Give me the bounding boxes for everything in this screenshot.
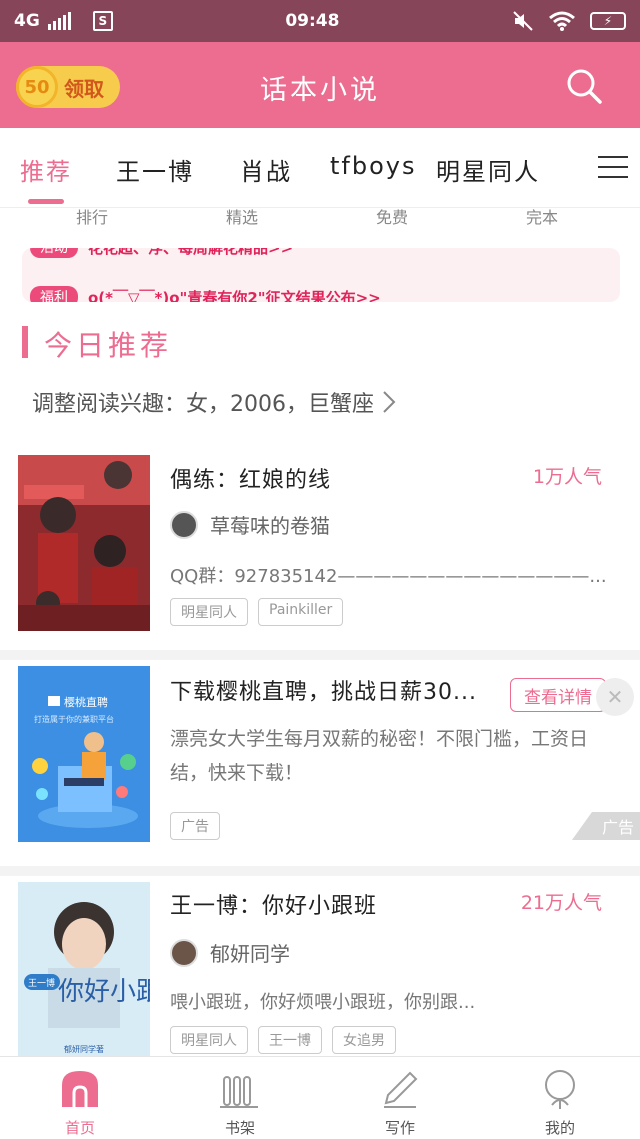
menu-icon[interactable]	[590, 142, 640, 192]
home-icon	[62, 1071, 98, 1107]
author-name: 草莓味的卷猫	[210, 514, 330, 538]
book-cover[interactable]	[18, 455, 150, 631]
notice-tag: 福利	[30, 286, 78, 302]
svg-text:王一博: 王一博	[28, 977, 55, 989]
category-tabs: 推荐 王一博 肖战 tfboys 明星同人 n	[0, 128, 640, 208]
book-title[interactable]: 王一博：你好小跟班	[170, 888, 377, 920]
search-icon[interactable]	[564, 66, 604, 106]
author-name: 郁妍同学	[210, 942, 290, 966]
ad-title[interactable]: 下载樱桃直聘，挑战日薪30...	[170, 674, 477, 706]
nav-write[interactable]: 写作	[320, 1057, 480, 1139]
bookshelf-icon	[220, 1076, 258, 1108]
nav-label: 写作	[384, 1119, 415, 1137]
nav-profile[interactable]: 我的	[480, 1057, 640, 1139]
book-card[interactable]: 偶练：红娘的线 1万人气 草莓味的卷猫 QQ群：927835142———————…	[0, 440, 640, 660]
chevron-right-icon	[383, 391, 396, 413]
sub-tab-rank[interactable]: 排行	[76, 204, 108, 228]
book-tag[interactable]: 女追男	[332, 1026, 396, 1054]
network-label: 4G	[14, 11, 40, 31]
book-author[interactable]: 郁妍同学	[170, 938, 290, 967]
sim-icon: S	[92, 11, 113, 31]
view-details-button[interactable]: 查看详情	[510, 678, 606, 712]
notice-item[interactable]: 福利 o(*￣▽￣*)o"青春有你2"征文结果公布>>	[30, 286, 381, 302]
book-tag[interactable]: 明星同人	[170, 598, 248, 626]
tab-recommend[interactable]: 推荐	[20, 152, 72, 187]
book-tag[interactable]: Painkiller	[258, 598, 344, 626]
book-popularity: 21万人气	[520, 892, 602, 914]
ad-tags: 广告	[170, 812, 220, 840]
ad-desc: 漂亮女大学生每月双薪的秘密！不限门槛，工资日结，快来下载！	[170, 728, 589, 784]
close-ad-button[interactable]: ✕	[596, 678, 634, 716]
sub-tab-completed[interactable]: 完本	[526, 204, 558, 228]
avatar	[170, 938, 198, 967]
book-desc: 喂小跟班，你好烦喂小跟班，你别跟...	[170, 992, 476, 1013]
active-tab-indicator	[28, 199, 64, 204]
book-popularity: 1万人气	[532, 466, 602, 488]
ad-card[interactable]: 樱桃直聘 打造属于你的兼职平台 下载樱桃直聘，挑战日薪30... 查看详情 ✕ …	[0, 660, 640, 876]
book-desc: QQ群：927835142——————————————...	[170, 566, 607, 587]
book-tag[interactable]: 王一博	[258, 1026, 322, 1054]
ad-cover[interactable]: 樱桃直聘 打造属于你的兼职平台	[18, 666, 150, 842]
book-tag[interactable]: 明星同人	[170, 1026, 248, 1054]
svg-text:郁妍同学著: 郁妍同学著	[64, 1044, 104, 1054]
notice-text: 花花超、浮、每周解花精品>>	[88, 248, 293, 258]
signal-icon	[47, 12, 71, 30]
book-tags: 明星同人 王一博 女追男	[170, 1026, 396, 1054]
mute-icon	[513, 11, 533, 31]
interest-label: 调整阅读兴趣：女，2006，巨蟹座	[32, 392, 374, 417]
ad-badge: 广告	[571, 812, 640, 840]
section-title: 今日推荐	[44, 329, 173, 362]
tab-wang-yibo[interactable]: 王一博	[116, 152, 194, 187]
wifi-icon	[549, 11, 575, 31]
sub-tabs: 排行 精选 免费 完本	[0, 208, 640, 230]
ad-tag: 广告	[170, 812, 220, 840]
avatar	[170, 510, 198, 539]
tab-xiao-zhan[interactable]: 肖战	[240, 152, 292, 187]
notice-text: o(*￣▽￣*)o"青春有你2"征文结果公布>>	[88, 288, 381, 303]
adjust-interest-link[interactable]: 调整阅读兴趣：女，2006，巨蟹座	[32, 386, 396, 418]
tab-star-fanfic[interactable]: 明星同人	[436, 152, 540, 187]
svg-text:打造属于你的兼职平台: 打造属于你的兼职平台	[34, 714, 114, 724]
section-marker	[22, 326, 28, 358]
pen-icon	[384, 1071, 418, 1108]
nav-label: 首页	[64, 1119, 95, 1137]
battery-icon: ⚡	[589, 12, 626, 30]
notice-banner[interactable]: 活动 花花超、浮、每周解花精品>> 福利 o(*￣▽￣*)o"青春有你2"征文结…	[22, 248, 620, 302]
svg-text:你好小跟班: 你好小跟班	[58, 977, 150, 1007]
nav-label: 我的	[544, 1119, 575, 1137]
nav-home[interactable]: 首页	[0, 1057, 160, 1139]
notice-item[interactable]: 活动 花花超、浮、每周解花精品>>	[30, 248, 293, 258]
book-title[interactable]: 偶练：红娘的线	[170, 462, 331, 494]
app-header: 50 领取 话本小说	[0, 42, 640, 128]
book-tags: 明星同人 Painkiller	[170, 598, 344, 626]
svg-text:樱桃直聘: 樱桃直聘	[64, 695, 108, 709]
nav-label: 书架	[224, 1119, 255, 1137]
tab-tfboys[interactable]: tfboys	[330, 152, 416, 180]
close-icon: ✕	[606, 685, 624, 709]
status-bar: 4G S 09:48 ⚡	[0, 0, 640, 42]
notice-tag: 活动	[30, 248, 78, 258]
profile-icon	[545, 1070, 575, 1109]
clock: 09:48	[285, 11, 340, 31]
bottom-nav: 首页 书架 写作 我的	[0, 1056, 640, 1139]
app-title: 话本小说	[260, 75, 380, 106]
sub-tab-free[interactable]: 免费	[376, 204, 408, 228]
sub-tab-featured[interactable]: 精选	[226, 204, 258, 228]
nav-bookshelf[interactable]: 书架	[160, 1057, 320, 1139]
book-card[interactable]: 王一博 你好小跟班 郁妍同学著 王一博：你好小跟班 21万人气 郁妍同学 喂小跟…	[0, 876, 640, 1058]
book-author[interactable]: 草莓味的卷猫	[170, 510, 330, 539]
book-cover[interactable]: 王一博 你好小跟班 郁妍同学著	[18, 882, 150, 1058]
